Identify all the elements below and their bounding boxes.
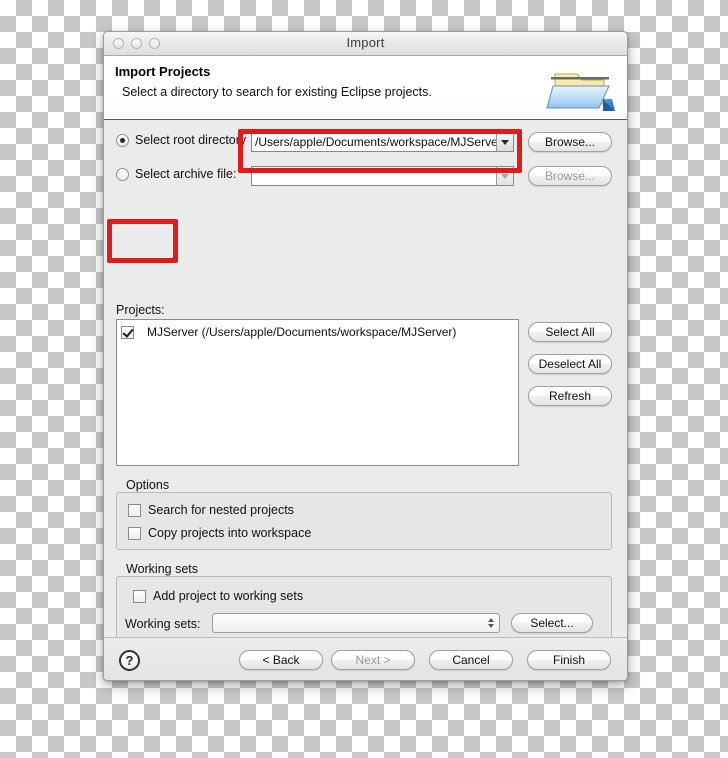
root-directory-browse-button[interactable]: Browse... (528, 132, 612, 152)
cancel-button[interactable]: Cancel (429, 650, 513, 670)
deselect-all-button[interactable]: Deselect All (528, 354, 612, 374)
checkbox-indicator (128, 503, 141, 517)
stepper-arrows-icon[interactable] (483, 618, 499, 628)
finish-button[interactable]: Finish (527, 650, 611, 670)
radio-indicator (116, 133, 129, 147)
wizard-header: Import Projects Select a directory to se… (104, 56, 627, 120)
root-directory-combo[interactable]: /Users/apple/Documents/workspace/MJServe (251, 132, 514, 152)
chevron-down-icon[interactable] (496, 133, 513, 151)
copy-projects-checkbox[interactable]: Copy projects into workspace (128, 526, 311, 540)
refresh-button[interactable]: Refresh (528, 386, 612, 406)
chevron-down-icon[interactable] (496, 167, 513, 185)
select-root-directory-label: Select root directory (135, 133, 247, 147)
next-button[interactable]: Next > (331, 650, 415, 670)
select-archive-file-radio[interactable]: Select archive file: (116, 167, 236, 181)
checkbox-indicator (128, 526, 141, 540)
select-all-button[interactable]: Select All (528, 322, 612, 342)
import-dialog: Import Import Projects Select a director… (103, 31, 628, 681)
project-checkbox[interactable] (121, 325, 134, 339)
project-label: MJServer (/Users/apple/Documents/workspa… (147, 325, 457, 339)
options-group (116, 492, 612, 550)
radio-indicator (116, 167, 129, 181)
page-subtitle: Select a directory to search for existin… (122, 85, 432, 99)
options-group-title: Options (126, 478, 170, 492)
projects-label: Projects: (116, 303, 165, 317)
window-title: Import (346, 35, 385, 50)
archive-file-browse-button[interactable]: Browse... (528, 166, 612, 186)
window-titlebar: Import (104, 32, 627, 56)
select-archive-file-label: Select archive file: (135, 167, 237, 181)
add-project-to-working-sets-checkbox[interactable]: Add project to working sets (133, 589, 303, 603)
search-nested-projects-label: Search for nested projects (148, 503, 294, 517)
search-nested-projects-checkbox[interactable]: Search for nested projects (128, 503, 294, 517)
page-title: Import Projects (115, 64, 211, 79)
dialog-body: Select root directory /Users/apple/Docum… (104, 120, 627, 651)
back-button[interactable]: < Back (239, 650, 323, 670)
working-sets-select[interactable] (212, 613, 500, 633)
working-sets-select-button[interactable]: Select... (511, 613, 593, 633)
select-root-directory-radio[interactable]: Select root directory (116, 133, 246, 147)
projects-list[interactable]: MJServer (/Users/apple/Documents/workspa… (116, 319, 519, 466)
list-item[interactable]: MJServer (/Users/apple/Documents/workspa… (117, 320, 518, 341)
working-sets-field-label: Working sets: (125, 617, 201, 631)
dialog-footer: ? < Back Next > Cancel Finish (104, 637, 627, 680)
archive-file-combo[interactable] (251, 166, 514, 186)
add-project-to-working-sets-label: Add project to working sets (153, 589, 304, 603)
help-button[interactable]: ? (119, 650, 140, 671)
checkbox-indicator (133, 589, 146, 603)
root-directory-value: /Users/apple/Documents/workspace/MJServe (255, 135, 496, 149)
copy-projects-label: Copy projects into workspace (148, 526, 312, 540)
import-folder-icon (543, 61, 619, 117)
working-sets-group-title: Working sets (126, 562, 199, 576)
